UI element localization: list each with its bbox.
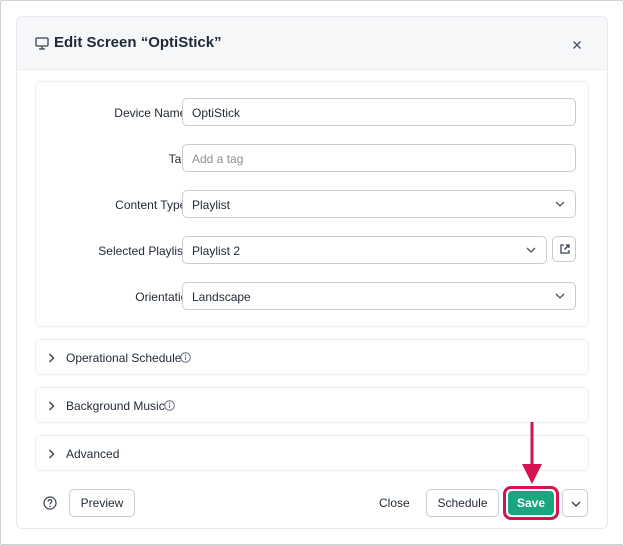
modal-title: Edit Screen “OptiStick” bbox=[54, 34, 222, 51]
content-type-row: Content Type* Playlist bbox=[36, 190, 590, 220]
orientation-select[interactable]: Landscape bbox=[182, 282, 576, 310]
close-button[interactable]: Close bbox=[379, 496, 410, 510]
monitor-icon bbox=[35, 37, 49, 50]
section-label: Advanced bbox=[66, 447, 120, 461]
edit-screen-modal: Edit Screen “OptiStick” Device Name* Opt… bbox=[16, 16, 608, 529]
background-music-section[interactable]: Background Music bbox=[35, 387, 589, 423]
chevron-down-icon bbox=[555, 201, 565, 207]
section-label: Operational Schedule bbox=[66, 351, 182, 365]
chevron-down-icon bbox=[526, 247, 536, 253]
chevron-down-icon bbox=[571, 501, 581, 507]
orientation-row: Orientation Landscape bbox=[36, 282, 590, 312]
selected-playlist-label: Selected Playlist* bbox=[98, 244, 194, 258]
selected-playlist-value: Playlist 2 bbox=[192, 244, 241, 258]
selected-playlist-row: Selected Playlist* Playlist 2 bbox=[36, 236, 590, 266]
save-options-button[interactable] bbox=[562, 489, 588, 517]
content-type-select[interactable]: Playlist bbox=[182, 190, 576, 218]
operational-schedule-section[interactable]: Operational Schedule bbox=[35, 339, 589, 375]
info-icon[interactable] bbox=[180, 352, 191, 363]
tags-row: Tags Add a tag bbox=[36, 144, 590, 174]
chevron-right-icon bbox=[49, 353, 55, 363]
section-label: Background Music bbox=[66, 399, 165, 413]
device-name-input[interactable]: OptiStick bbox=[182, 98, 576, 126]
chevron-down-icon bbox=[555, 293, 565, 299]
info-icon[interactable] bbox=[164, 400, 175, 411]
arrow-down-annotation bbox=[522, 422, 542, 484]
open-playlist-button[interactable] bbox=[552, 236, 576, 262]
selected-playlist-select[interactable]: Playlist 2 bbox=[182, 236, 547, 264]
help-icon[interactable] bbox=[43, 496, 57, 510]
external-link-icon bbox=[560, 244, 570, 254]
modal-header: Edit Screen “OptiStick” bbox=[17, 17, 607, 70]
save-button[interactable]: Save bbox=[508, 491, 554, 515]
preview-button[interactable]: Preview bbox=[69, 489, 135, 517]
content-type-value: Playlist bbox=[192, 198, 231, 212]
chevron-right-icon bbox=[49, 449, 55, 459]
screen-settings-form: Device Name* OptiStick Tags Add a tag Co… bbox=[35, 81, 589, 327]
close-icon[interactable] bbox=[569, 37, 585, 53]
tags-input[interactable]: Add a tag bbox=[182, 144, 576, 172]
device-name-row: Device Name* OptiStick bbox=[36, 98, 590, 128]
schedule-button[interactable]: Schedule bbox=[426, 489, 499, 517]
chevron-right-icon bbox=[49, 401, 55, 411]
advanced-section[interactable]: Advanced bbox=[35, 435, 589, 471]
orientation-value: Landscape bbox=[192, 290, 251, 304]
